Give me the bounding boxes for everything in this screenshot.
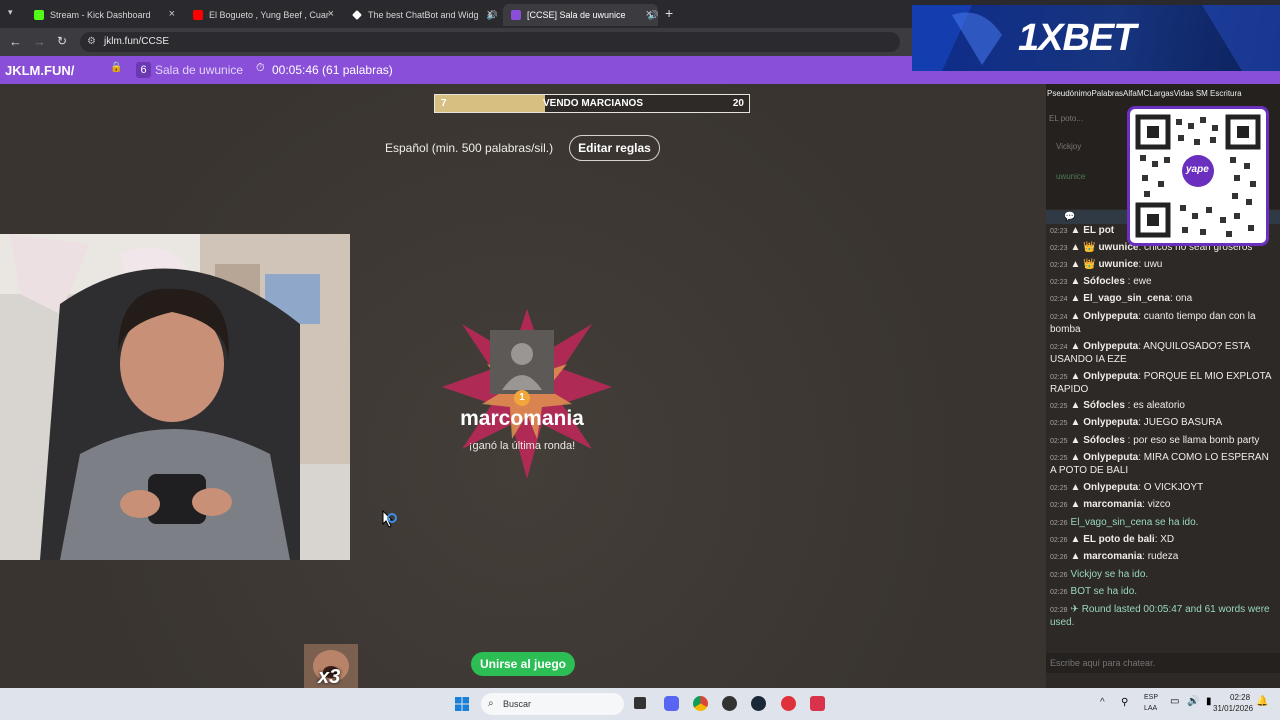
lock-icon: 🔒	[110, 62, 123, 73]
volume-icon[interactable]: 🔊	[1187, 696, 1199, 707]
tab-label: [CCSE] Sala de uwunice	[527, 10, 626, 20]
tab-list-icon[interactable]: ▾	[8, 7, 13, 18]
game-timer: 00:05:46 (61 palabras)	[272, 63, 393, 77]
scoreboard-headers: PseudónimoPalabrasAlfaMCLargasVidas SM E…	[1047, 89, 1242, 98]
site-info-icon[interactable]: ⚙	[87, 32, 96, 52]
chat-system-message: 02:28 ✈ Round lasted 00:05:47 and 61 word…	[1050, 604, 1270, 628]
battery-icon[interactable]: ▮	[1206, 696, 1212, 707]
url-text: jklm.fun/CCSE	[104, 36, 170, 47]
media-player-icon[interactable]	[781, 696, 796, 711]
taskbar-search[interactable]: ⌕ Buscar	[481, 693, 624, 715]
word-right-count: 20	[732, 98, 744, 109]
windows-taskbar: ⌕ Buscar ^ ⚲ ESP LAA ▭ 🔊 ▮ 02:28 31/01/2…	[0, 688, 1280, 720]
jklm-icon	[511, 10, 521, 20]
close-icon[interactable]: ×	[487, 8, 493, 20]
scoreboard-row: EL poto...	[1049, 114, 1083, 123]
notification-bell-icon[interactable]: 🔔	[1256, 696, 1268, 707]
obs-icon[interactable]	[722, 696, 737, 711]
scoreboard-row: Vickjoy	[1056, 142, 1082, 151]
back-icon[interactable]: ←	[9, 34, 22, 49]
kick-icon	[34, 10, 44, 20]
chat-message: 02:25 ▲ Onlypeputa: PORQUE EL MIO EXPLOTA…	[1050, 371, 1272, 395]
search-icon: ⌕	[488, 698, 494, 709]
chat-message: 02:24 ▲ El_vago_sin_cena: ona	[1050, 293, 1193, 304]
chat-message: 02:24 ▲ Onlypeputa: ANQUILOSADO? ESTA USA…	[1050, 341, 1250, 365]
tray-overflow-icon[interactable]: ^	[1100, 697, 1105, 708]
tab-label: El Bogueto , Yung Beef , Cuando	[209, 10, 329, 20]
webcam-overlay	[0, 234, 350, 560]
chat-message: 02:23 ▲ Sófocles : ewe	[1050, 276, 1152, 287]
chat-message: 02:24 ▲ Onlypeputa: cuanto tiempo dan con…	[1050, 311, 1256, 335]
tab-kick-dashboard[interactable]: Stream - Kick Dashboard ×	[26, 4, 181, 26]
join-game-button[interactable]: Unirse al juego	[471, 652, 575, 676]
tab-chatbot[interactable]: The best ChatBot and Widg 🔊 ×	[344, 4, 499, 26]
close-icon[interactable]: ×	[169, 8, 175, 20]
rules-text: Español (min. 500 palabras/sil.)	[385, 141, 554, 155]
task-view-icon[interactable]	[634, 697, 646, 709]
chat-message: 02:26 ▲ marcomania: rudeza	[1050, 551, 1179, 562]
players-count-badge: 6	[136, 62, 151, 78]
chat-system-message: 02:26 Vickjoy se ha ido.	[1050, 569, 1149, 580]
chat-message: 02:25 ▲ Onlypeputa: JUEGO BASURA	[1050, 417, 1223, 428]
tab-label: Stream - Kick Dashboard	[50, 10, 151, 20]
mouse-cursor-icon	[382, 510, 397, 528]
chat-system-message: 02:26 El_vago_sin_cena se ha ido.	[1050, 517, 1199, 528]
webcam-scene-image	[0, 234, 350, 560]
chat-input[interactable]	[1046, 653, 1280, 673]
chat-message: 02:25 ▲ Sófocles : por eso se llama bomb …	[1050, 435, 1260, 446]
forward-icon[interactable]: →	[33, 34, 46, 49]
steam-icon[interactable]	[751, 696, 766, 711]
reload-icon[interactable]: ↻	[57, 34, 67, 48]
ad-banner: 1XBET	[912, 5, 1280, 71]
game-area: 7 VENDO MARCIANOS 20 Español (min. 500 p…	[0, 84, 1046, 688]
chat-message: 02:25 ▲ Sófocles : es aleatorio	[1050, 400, 1185, 411]
brand-link[interactable]: JKLM.FUN/	[5, 63, 74, 78]
clock-date[interactable]: 31/01/2026	[1213, 704, 1253, 713]
youtube-icon	[193, 10, 203, 20]
discord-icon[interactable]	[664, 696, 679, 711]
yape-logo-text: yape	[1186, 164, 1209, 175]
chat-message: 02:26 ▲ EL poto de bali: XD	[1050, 534, 1175, 545]
app-icon[interactable]	[810, 696, 825, 711]
winner-subtitle: ¡ganó la última ronda!	[468, 440, 576, 452]
emote-sticker: x3	[304, 644, 358, 688]
close-icon[interactable]: ×	[646, 8, 652, 20]
edit-rules-button[interactable]: Editar reglas	[569, 135, 660, 161]
language-bottom[interactable]: LAA	[1144, 705, 1157, 712]
room-name: Sala de uwunice	[155, 63, 244, 77]
winner-name: marcomania	[460, 407, 584, 430]
yape-qr-code: yape	[1127, 106, 1269, 246]
qr-code-image	[1135, 114, 1261, 238]
tab-youtube[interactable]: El Bogueto , Yung Beef , Cuando ×	[185, 4, 340, 26]
close-icon[interactable]: ×	[328, 8, 334, 20]
tab-label: The best ChatBot and Widg	[368, 10, 479, 20]
chat-messages: 02:23▲ EL pot 02:23▲ 👑 uwunice: chicos n…	[1046, 225, 1280, 647]
timer-icon: ⏱	[256, 62, 265, 74]
ad-brand-logo: 1XBET	[1018, 17, 1136, 59]
url-field[interactable]: ⚙ jklm.fun/CCSE	[80, 32, 900, 52]
word-progress-bar: 7 VENDO MARCIANOS 20	[434, 94, 750, 113]
clock-time[interactable]: 02:28	[1230, 693, 1250, 702]
chat-message: 02:25 ▲ Onlypeputa: MIRA COMO LO ESPERAN …	[1050, 452, 1269, 476]
language-top[interactable]: ESP	[1144, 694, 1158, 701]
chat-message: 02:25 ▲ Onlypeputa: O VICKJOYT	[1050, 482, 1204, 493]
wifi-icon[interactable]: ▭	[1170, 696, 1179, 707]
user-icon	[502, 343, 542, 390]
winner-rank-badge: 1	[514, 390, 530, 406]
chatbot-icon	[352, 10, 362, 20]
taskbar-search-placeholder: Buscar	[503, 699, 532, 709]
current-word: VENDO MARCIANOS	[542, 98, 643, 109]
chat-bubble-icon[interactable]: 💬	[1064, 211, 1075, 222]
windows-start-icon[interactable]	[455, 697, 469, 711]
chat-message: 02:26 ▲ marcomania: vizco	[1050, 499, 1171, 510]
chat-message: 02:23 ▲ 👑 uwunice: uwu	[1050, 259, 1163, 270]
winner-avatar	[490, 330, 554, 394]
tab-jklm-room[interactable]: [CCSE] Sala de uwunice 🔊 ×	[503, 4, 658, 26]
new-tab-button[interactable]: +	[665, 5, 673, 21]
chrome-icon[interactable]	[693, 696, 708, 711]
emote-multiplier: x3	[318, 666, 341, 688]
scoreboard-row: uwunice	[1056, 172, 1086, 181]
chat-system-message: 02:26 BOT se ha ido.	[1050, 586, 1138, 597]
network-icon: ⚲	[1121, 697, 1129, 708]
